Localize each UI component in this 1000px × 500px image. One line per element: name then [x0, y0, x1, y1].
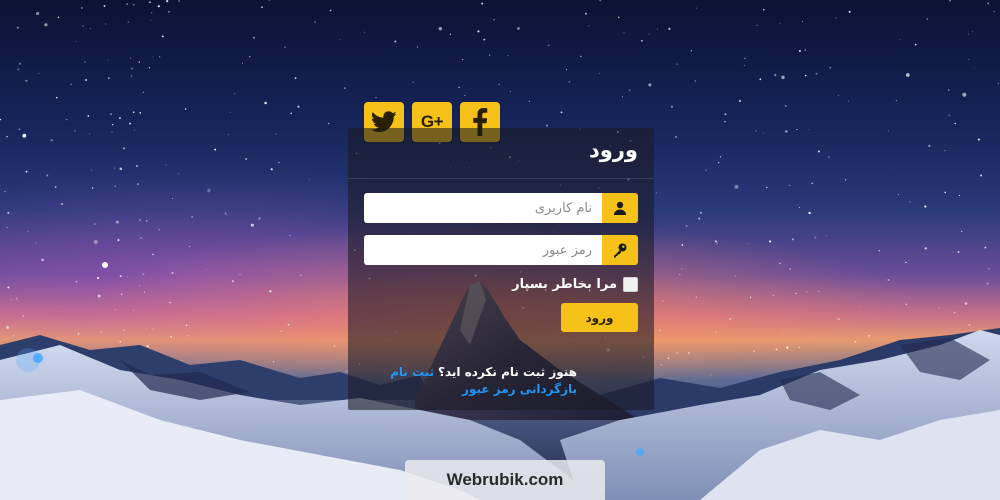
- panel-divider: [348, 178, 654, 179]
- remember-checkbox[interactable]: [623, 277, 638, 292]
- user-icon-addon: [602, 193, 638, 223]
- login-title: ورود: [589, 138, 638, 162]
- password-field: [364, 235, 638, 265]
- no-account-text: هنوز ثبت نام نکرده اید؟: [438, 365, 577, 379]
- password-input[interactable]: [364, 235, 602, 265]
- register-link[interactable]: ثبت نام: [390, 365, 434, 379]
- username-field: [364, 193, 638, 223]
- key-icon-addon: [602, 235, 638, 265]
- login-button[interactable]: ورود: [561, 303, 638, 332]
- remember-label: مرا بخاطر بسپار: [512, 277, 617, 292]
- remember-me[interactable]: مرا بخاطر بسپار: [512, 277, 638, 292]
- user-icon: [614, 201, 626, 215]
- watermark: Webrubik.com: [405, 460, 605, 500]
- username-input[interactable]: [364, 193, 602, 223]
- account-links: هنوز ثبت نام نکرده اید؟ ثبت نام بازگردان…: [390, 364, 577, 398]
- key-icon: [614, 243, 627, 258]
- recover-password-link[interactable]: بازگردانی رمز عبور: [462, 382, 577, 396]
